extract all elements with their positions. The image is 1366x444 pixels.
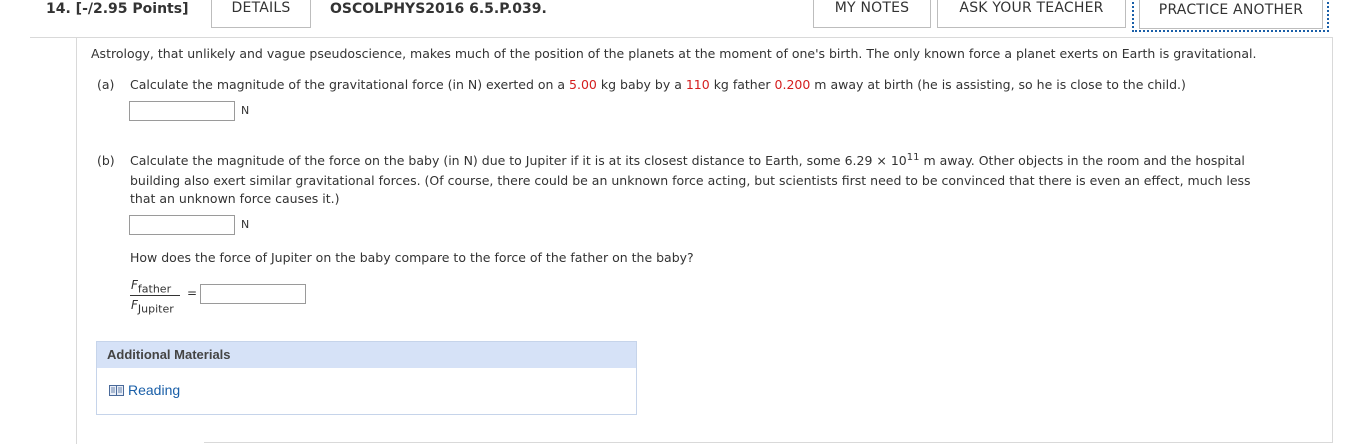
panel-border-bottom bbox=[204, 442, 1333, 443]
ratio-equals-sign: = bbox=[187, 286, 198, 300]
question-header: 14. [-/2.95 Points] DETAILS OSCOLPHYS201… bbox=[0, 0, 1366, 38]
additional-materials-heading: Additional Materials bbox=[97, 342, 636, 368]
part-b-unit: N bbox=[241, 218, 250, 231]
part-b-question-line-1: Calculate the magnitude of the force on … bbox=[130, 152, 1245, 170]
my-notes-label: MY NOTES bbox=[834, 0, 910, 16]
reading-link[interactable]: Reading bbox=[128, 382, 180, 398]
compare-question: How does the force of Jupiter on the bab… bbox=[130, 250, 694, 265]
part-a-text-2: kg baby by a bbox=[596, 77, 686, 92]
panel-border-left bbox=[76, 38, 77, 444]
part-b-line-1b: m away. Other objects in the room and th… bbox=[919, 153, 1245, 168]
ratio-numerator-symbol: F bbox=[131, 278, 138, 292]
part-a-label: (a) bbox=[97, 77, 115, 92]
question-number: 14. [-/2.95 Points] bbox=[46, 1, 189, 17]
part-b-answer-input[interactable] bbox=[129, 215, 235, 235]
ratio-answer-input[interactable] bbox=[200, 284, 306, 304]
part-a-unit: N bbox=[241, 104, 250, 117]
fraction-bar bbox=[130, 295, 180, 296]
part-b-question-line-2: building also exert similar gravitationa… bbox=[130, 173, 1251, 188]
part-a-question: Calculate the magnitude of the gravitati… bbox=[130, 76, 1186, 94]
ratio-denominator: FJupiter bbox=[131, 298, 174, 315]
distance-value: 0.200 bbox=[774, 77, 811, 92]
part-b-label: (b) bbox=[97, 153, 115, 168]
practice-another-focus-ring: PRACTICE ANOTHER bbox=[1132, 0, 1329, 32]
problem-code: OSCOLPHYS2016 6.5.P.039. bbox=[330, 1, 547, 17]
part-a-answer-input[interactable] bbox=[129, 101, 235, 121]
part-a-text-4: m away at birth (he is assisting, so he … bbox=[810, 77, 1186, 92]
details-label: DETAILS bbox=[231, 0, 291, 16]
father-mass-value: 110 bbox=[685, 77, 710, 92]
practice-another-label: PRACTICE ANOTHER bbox=[1158, 2, 1304, 18]
ratio-denominator-subscript: Jupiter bbox=[137, 302, 174, 316]
my-notes-button[interactable]: MY NOTES bbox=[813, 0, 931, 28]
practice-another-button[interactable]: PRACTICE ANOTHER bbox=[1139, 0, 1323, 29]
ask-your-teacher-button[interactable]: ASK YOUR TEACHER bbox=[937, 0, 1126, 28]
part-b-question-line-3: that an unknown force causes it.) bbox=[130, 191, 340, 206]
distance-exponent: 11 bbox=[906, 151, 920, 163]
part-a-text-1: Calculate the magnitude of the gravitati… bbox=[130, 77, 570, 92]
ask-your-teacher-label: ASK YOUR TEACHER bbox=[959, 0, 1104, 16]
part-b-line-1a: Calculate the magnitude of the force on … bbox=[130, 153, 907, 168]
baby-mass-value: 5.00 bbox=[569, 77, 597, 92]
ratio-numerator: Ffather bbox=[131, 278, 171, 295]
ratio-numerator-subscript: father bbox=[137, 282, 172, 296]
panel-border-right bbox=[1332, 38, 1333, 442]
details-button[interactable]: DETAILS bbox=[211, 0, 311, 28]
book-icon[interactable] bbox=[109, 384, 124, 396]
ratio-denominator-symbol: F bbox=[131, 298, 138, 312]
part-a-text-3: kg father bbox=[709, 77, 775, 92]
problem-intro: Astrology, that unlikely and vague pseud… bbox=[91, 46, 1257, 61]
additional-materials-box: Additional Materials Reading bbox=[96, 341, 637, 415]
header-divider bbox=[30, 37, 1333, 38]
